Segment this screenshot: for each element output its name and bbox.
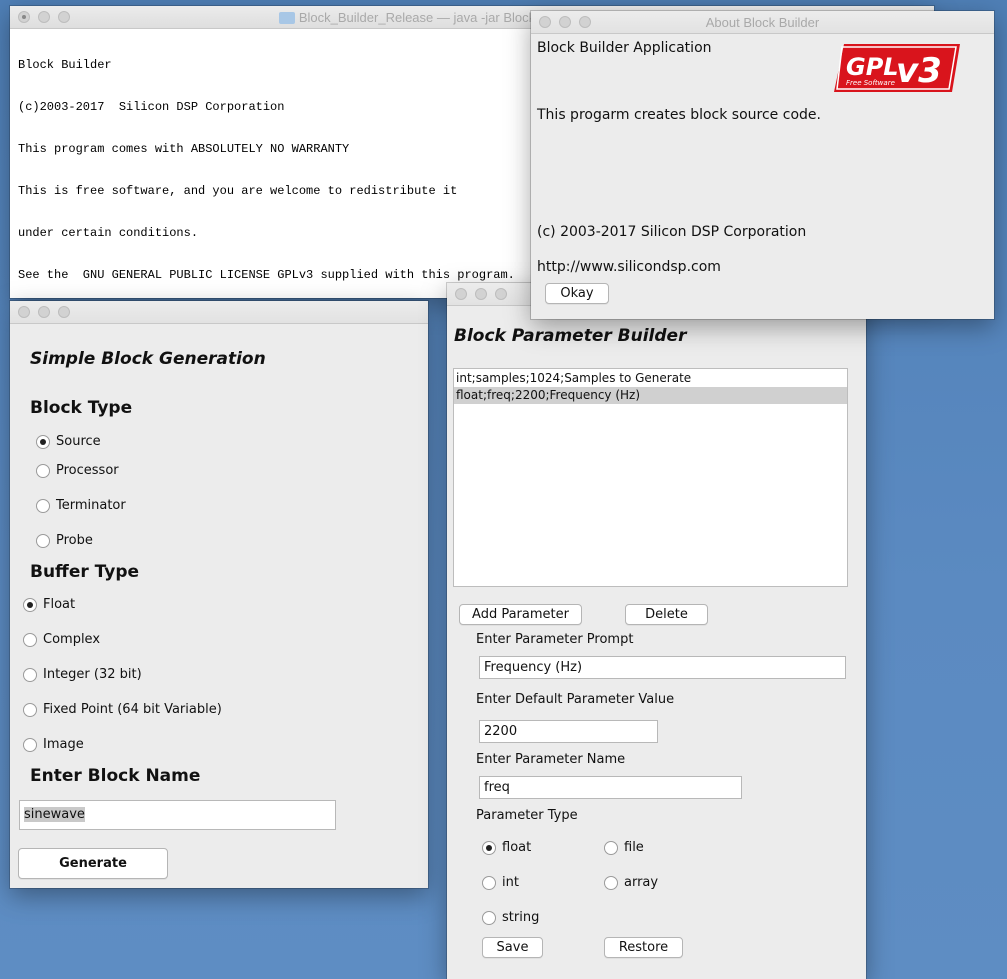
block-name-input[interactable]: sinewave	[19, 800, 336, 830]
list-item[interactable]: int;samples;1024;Samples to Generate	[454, 370, 847, 387]
about-title: About Block Builder	[705, 14, 820, 30]
close-icon[interactable]	[18, 306, 30, 318]
add-parameter-button[interactable]: Add Parameter	[459, 604, 582, 625]
block-name-heading: Enter Block Name	[30, 766, 201, 786]
radio-image[interactable]: Image	[23, 737, 84, 752]
svg-text:Free Software: Free Software	[846, 79, 895, 87]
app-name: Block Builder Application	[537, 40, 712, 56]
list-item[interactable]: float;freq;2200;Frequency (Hz)	[454, 387, 847, 404]
delete-button[interactable]: Delete	[625, 604, 708, 625]
param-title: Block Parameter Builder	[454, 326, 687, 346]
radio-button[interactable]	[482, 875, 496, 890]
radio-label: Float	[43, 597, 76, 612]
name-input[interactable]: freq	[479, 776, 742, 799]
radio-type-array[interactable]: array	[604, 875, 658, 890]
radio-label: array	[624, 875, 659, 890]
radio-label: float	[502, 840, 532, 855]
radio-fixed-point[interactable]: Fixed Point (64 bit Variable)	[23, 702, 222, 717]
about-copyright: (c) 2003-2017 Silicon DSP Corporation	[537, 224, 807, 240]
radio-source[interactable]: Source	[36, 434, 101, 449]
terminal-line: See the GNU GENERAL PUBLIC LICENSE GPLv3…	[18, 268, 515, 282]
restore-button[interactable]: Restore	[604, 937, 683, 958]
block-type-heading: Block Type	[30, 398, 133, 418]
buffer-type-heading: Buffer Type	[30, 562, 140, 582]
svg-text:v3: v3	[896, 51, 942, 91]
prompt-input[interactable]: Frequency (Hz)	[479, 656, 846, 679]
gplv3-logo: GPL v3 Free Software	[834, 42, 962, 99]
terminal-line: This is free software, and you are welco…	[18, 184, 458, 198]
terminal-line: (c)2003-2017 Silicon DSP Corporation	[18, 100, 285, 114]
radio-button[interactable]	[36, 533, 50, 548]
radio-button[interactable]	[482, 840, 496, 855]
radio-button[interactable]	[36, 498, 50, 513]
terminal-title: Block_Builder_Release — java -jar Block	[298, 9, 536, 25]
parameter-list[interactable]: int;samples;1024;Samples to Generate flo…	[453, 368, 848, 587]
simple-block-window: Simple Block Generation Block Type Sourc…	[10, 301, 428, 888]
minimize-icon[interactable]	[38, 11, 50, 23]
radio-label: int	[502, 875, 519, 890]
radio-float[interactable]: Float	[23, 597, 75, 612]
save-button[interactable]: Save	[482, 937, 543, 958]
radio-type-int[interactable]: int	[482, 875, 519, 890]
radio-integer[interactable]: Integer (32 bit)	[23, 667, 142, 682]
close-icon[interactable]	[18, 11, 30, 23]
terminal-line: Block Builder	[18, 58, 112, 72]
radio-button[interactable]	[23, 702, 37, 717]
radio-probe[interactable]: Probe	[36, 533, 93, 548]
radio-label: Fixed Point (64 bit Variable)	[43, 702, 222, 717]
minimize-icon[interactable]	[475, 288, 487, 300]
about-url: http://www.silicondsp.com	[537, 259, 721, 275]
radio-type-file[interactable]: file	[604, 840, 644, 855]
default-value-label: Enter Default Parameter Value	[476, 692, 675, 707]
radio-button[interactable]	[482, 910, 496, 925]
okay-button[interactable]: Okay	[545, 283, 609, 304]
radio-label: file	[624, 840, 644, 855]
radio-label: Source	[56, 434, 101, 449]
radio-button[interactable]	[604, 840, 618, 855]
radio-button[interactable]	[23, 667, 37, 682]
radio-type-float[interactable]: float	[482, 840, 531, 855]
zoom-icon[interactable]	[579, 16, 591, 28]
radio-label: Probe	[56, 533, 93, 548]
block-name-value: sinewave	[24, 807, 85, 822]
default-value-input[interactable]: 2200	[479, 720, 658, 743]
radio-complex[interactable]: Complex	[23, 632, 100, 647]
radio-button[interactable]	[23, 597, 37, 612]
radio-type-string[interactable]: string	[482, 910, 539, 925]
zoom-icon[interactable]	[58, 306, 70, 318]
svg-text:GPL: GPL	[846, 53, 899, 81]
radio-button[interactable]	[23, 737, 37, 752]
name-label: Enter Parameter Name	[476, 752, 626, 767]
close-icon[interactable]	[539, 16, 551, 28]
parameter-type-label: Parameter Type	[476, 808, 578, 823]
simple-titlebar[interactable]	[10, 301, 428, 324]
simple-title: Simple Block Generation	[30, 349, 266, 369]
folder-icon	[278, 12, 295, 25]
param-builder-window: Block Parameter Builder int;samples;1024…	[447, 283, 866, 979]
generate-button[interactable]: Generate	[18, 848, 168, 879]
radio-button[interactable]	[604, 875, 618, 890]
radio-button[interactable]	[36, 463, 50, 478]
terminal-line: under certain conditions.	[18, 226, 199, 240]
zoom-icon[interactable]	[58, 11, 70, 23]
radio-label: Terminator	[56, 498, 126, 513]
minimize-icon[interactable]	[559, 16, 571, 28]
radio-label: Complex	[43, 632, 101, 647]
radio-terminator[interactable]: Terminator	[36, 498, 126, 513]
radio-label: Integer (32 bit)	[43, 667, 142, 682]
radio-button[interactable]	[23, 632, 37, 647]
about-description: This progarm creates block source code.	[537, 107, 821, 123]
radio-button[interactable]	[36, 434, 50, 449]
terminal-line: This program comes with ABSOLUTELY NO WA…	[18, 142, 350, 156]
minimize-icon[interactable]	[38, 306, 50, 318]
radio-label: string	[502, 910, 540, 925]
about-titlebar[interactable]: About Block Builder	[531, 11, 994, 34]
radio-processor[interactable]: Processor	[36, 463, 119, 478]
prompt-label: Enter Parameter Prompt	[476, 632, 634, 647]
zoom-icon[interactable]	[495, 288, 507, 300]
radio-label: Image	[43, 737, 84, 752]
close-icon[interactable]	[455, 288, 467, 300]
radio-label: Processor	[56, 463, 119, 478]
